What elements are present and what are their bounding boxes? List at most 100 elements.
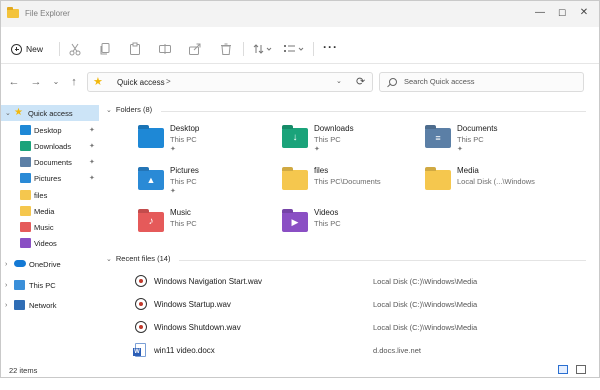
paste-icon[interactable]	[128, 42, 142, 56]
file-row[interactable]: win11 video.docx d.docs.live.net	[131, 342, 571, 360]
sidebar-item-pictures[interactable]: Pictures ✦	[1, 170, 99, 186]
sidebar-item-files[interactable]: files	[1, 187, 99, 203]
sidebar-item-label: files	[34, 190, 48, 200]
cut-icon[interactable]	[68, 42, 82, 56]
toolbar-divider	[313, 42, 314, 56]
sidebar-item-downloads[interactable]: Downloads ✦	[1, 138, 99, 154]
folder-icon	[425, 170, 451, 190]
pin-icon: ✦	[89, 175, 95, 182]
pin-icon: ✦	[170, 146, 176, 153]
delete-icon[interactable]	[219, 42, 233, 56]
sidebar-item-onedrive[interactable]: › OneDrive	[1, 256, 99, 272]
copy-icon[interactable]	[98, 42, 112, 56]
toolbar-divider	[59, 42, 60, 56]
sidebar-item-music[interactable]: Music	[1, 219, 99, 235]
folder-tile-media[interactable]: Media Local Disk (...\Windows	[425, 166, 565, 202]
file-row[interactable]: Windows Shutdown.wav Local Disk (C:)\Win…	[131, 319, 571, 337]
music-icon	[20, 222, 31, 232]
sidebar-item-label: Network	[29, 300, 57, 310]
section-divider	[179, 260, 586, 261]
play-icon: ▶	[291, 217, 299, 227]
share-icon[interactable]	[188, 42, 202, 56]
file-row[interactable]: Windows Startup.wav Local Disk (C:)\Wind…	[131, 296, 571, 314]
folder-name: Music	[170, 208, 191, 217]
view-icon[interactable]	[283, 42, 305, 56]
chevron-right-icon[interactable]: ›	[5, 261, 7, 268]
sidebar-item-label: Pictures	[34, 173, 62, 183]
sidebar-item-media[interactable]: Media	[1, 203, 99, 219]
sidebar-item-label: Media	[34, 206, 55, 216]
search-input[interactable]	[404, 77, 574, 86]
pin-icon: ✦	[89, 127, 95, 134]
minimize-button[interactable]: —	[531, 5, 549, 21]
folder-icon	[20, 206, 31, 216]
folder-icon	[282, 170, 308, 190]
sidebar-item-quick-access[interactable]: ⌄ ★ Quick access	[1, 105, 99, 121]
new-button[interactable]: New	[11, 41, 43, 57]
details-view-icon[interactable]	[558, 365, 568, 374]
sidebar-item-label: Downloads	[34, 141, 72, 151]
tiles-view-icon[interactable]	[576, 365, 586, 374]
folder-tile-pictures[interactable]: ▲ Pictures This PC ✦	[138, 166, 278, 202]
videos-icon	[20, 238, 31, 248]
search-icon	[389, 78, 397, 86]
chevron-down-icon: ⌄	[106, 256, 112, 263]
folder-location: This PC	[314, 135, 341, 144]
forward-arrow-icon[interactable]: →	[29, 75, 43, 89]
sidebar-item-videos[interactable]: Videos	[1, 235, 99, 251]
file-name: win11 video.docx	[154, 346, 215, 355]
file-name: Windows Startup.wav	[154, 300, 231, 309]
audio-file-icon	[135, 321, 147, 333]
file-location: Local Disk (C:)\Windows\Media	[373, 300, 478, 309]
file-explorer-window: File Explorer — ☐ ✕ New ··· ← → ⌄ ↑ ★ Qu…	[0, 0, 600, 378]
search-box[interactable]	[379, 72, 584, 92]
star-icon: ★	[14, 107, 23, 118]
folders-section-header[interactable]: ⌄ Folders (8)	[106, 105, 152, 114]
recent-files-section-header[interactable]: ⌄ Recent files (14)	[106, 254, 170, 263]
sidebar-item-label: Music	[34, 222, 54, 232]
folder-tile-files[interactable]: files This PC\Documents	[282, 166, 422, 202]
pin-icon: ✦	[89, 143, 95, 150]
sidebar-item-this-pc[interactable]: › This PC	[1, 277, 99, 293]
address-bar[interactable]: ★ Quick access > ⌄ ⟳	[87, 72, 373, 92]
file-location: Local Disk (C:)\Windows\Media	[373, 323, 478, 332]
folder-name: files	[314, 166, 329, 175]
sidebar-item-label: Desktop	[34, 125, 62, 135]
folder-tile-music[interactable]: ♪ Music This PC	[138, 208, 278, 244]
file-row[interactable]: Windows Navigation Start.wav Local Disk …	[131, 273, 571, 291]
folders-header-label: Folders (8)	[115, 105, 153, 114]
sort-icon[interactable]	[253, 42, 273, 56]
sidebar-item-documents[interactable]: Documents ✦	[1, 154, 99, 170]
up-arrow-icon[interactable]: ↑	[67, 75, 81, 89]
sidebar-item-desktop[interactable]: Desktop ✦	[1, 122, 99, 138]
mountain-icon: ▲	[146, 175, 156, 185]
sidebar-item-network[interactable]: › Network	[1, 297, 99, 313]
chevron-right-icon[interactable]: ›	[5, 282, 7, 289]
chevron-down-icon[interactable]: ⌄	[5, 109, 11, 117]
sidebar-item-label: This PC	[29, 280, 56, 290]
address-dropdown-icon[interactable]: ⌄	[336, 77, 342, 85]
close-button[interactable]: ✕	[575, 5, 593, 21]
section-divider	[161, 111, 586, 112]
pictures-icon	[20, 173, 31, 183]
audio-file-icon	[135, 298, 147, 310]
address-breadcrumb[interactable]: Quick access	[117, 78, 165, 87]
sidebar-item-label: Documents	[34, 157, 72, 167]
breadcrumb-chevron-icon[interactable]: >	[166, 77, 171, 86]
folder-tile-downloads[interactable]: ↓ Downloads This PC ✦	[282, 124, 422, 160]
folder-tile-documents[interactable]: ≡ Documents This PC ✦	[425, 124, 565, 160]
folder-tile-desktop[interactable]: Desktop This PC ✦	[138, 124, 278, 160]
folder-location: This PC	[170, 219, 197, 228]
chevron-right-icon[interactable]: ›	[5, 302, 7, 309]
folder-location: This PC	[170, 177, 197, 186]
back-arrow-icon[interactable]: ←	[7, 75, 21, 89]
pc-icon	[14, 280, 25, 290]
file-name: Windows Navigation Start.wav	[154, 277, 263, 286]
rename-icon[interactable]	[158, 42, 172, 56]
recent-locations-chevron-icon[interactable]: ⌄	[49, 75, 63, 89]
more-options-button[interactable]: ···	[323, 40, 338, 54]
chevron-down-icon: ⌄	[106, 107, 112, 114]
maximize-button[interactable]: ☐	[553, 5, 571, 21]
refresh-icon[interactable]: ⟳	[356, 75, 365, 88]
folder-tile-videos[interactable]: ▶ Videos This PC	[282, 208, 422, 244]
